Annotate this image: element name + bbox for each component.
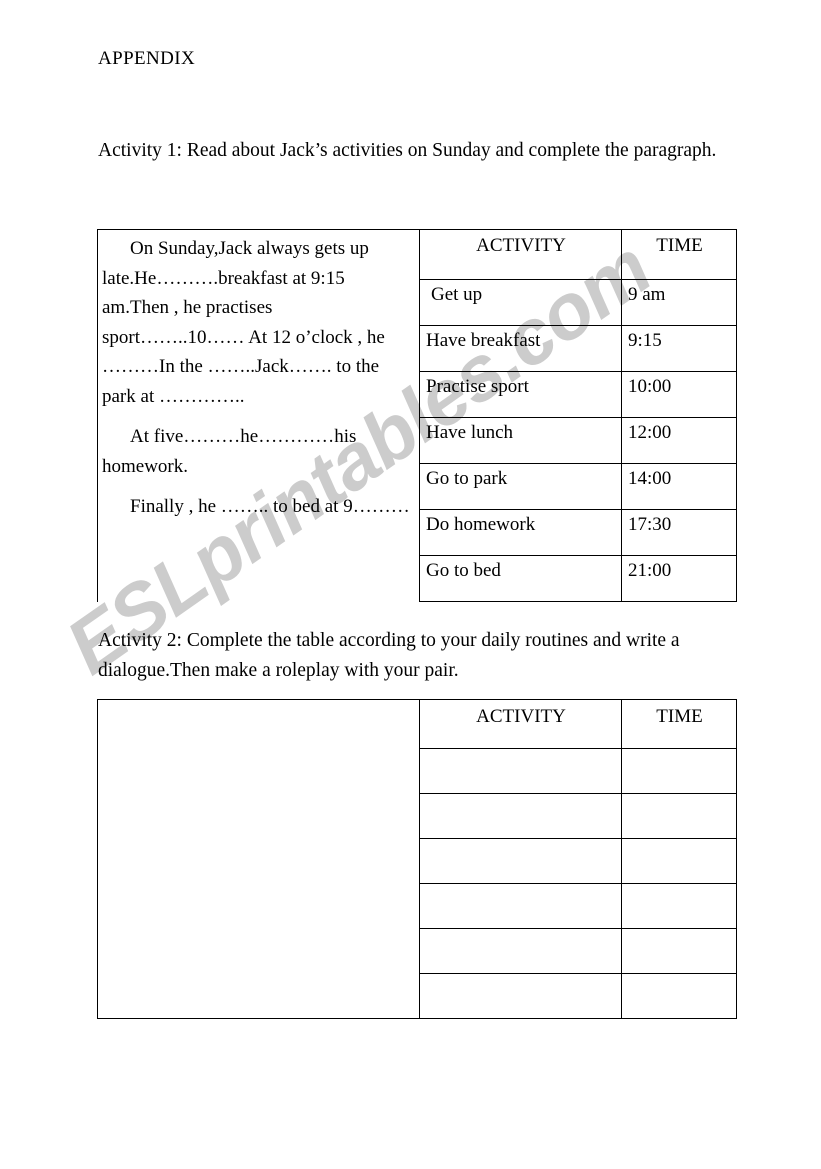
time-cell: 9 am <box>621 279 737 326</box>
activity-cell: Get up <box>419 279 622 326</box>
column-header-time: TIME <box>621 699 737 749</box>
time-cell: 12:00 <box>621 417 737 464</box>
document-content: APPENDIX Activity 1: Read about Jack’s a… <box>0 0 821 1169</box>
time-cell[interactable] <box>621 973 737 1019</box>
activity-one-table: On Sunday,Jack always gets up late.He………… <box>97 229 737 602</box>
column-header-activity: ACTIVITY <box>419 229 622 280</box>
activity-cell: Have breakfast <box>419 325 622 372</box>
time-cell[interactable] <box>621 793 737 839</box>
activity-cell: Do homework <box>419 509 622 556</box>
activity-cell: Practise sport <box>419 371 622 418</box>
activity-cell[interactable] <box>419 748 622 794</box>
time-cell: 9:15 <box>621 325 737 372</box>
paragraph-line: On Sunday,Jack always gets up late.He………… <box>102 238 385 407</box>
paragraph-line: Finally , he …….. to bed at 9……… <box>130 496 410 517</box>
paragraph-line: At five………he…………his homework. <box>102 426 357 477</box>
activity-cell[interactable] <box>419 883 622 929</box>
time-cell: 17:30 <box>621 509 737 556</box>
activity-cell: Have lunch <box>419 417 622 464</box>
activity-cell: Go to bed <box>419 555 622 602</box>
activity-cell[interactable] <box>419 928 622 974</box>
table-row: On Sunday,Jack always gets up late.He………… <box>97 229 737 602</box>
page-title: APPENDIX <box>98 48 196 69</box>
worksheet-page: ESLprintables.com APPENDIX Activity 1: R… <box>0 0 821 1169</box>
time-cell[interactable] <box>621 928 737 974</box>
column-header-time: TIME <box>621 229 737 280</box>
time-cell[interactable] <box>621 838 737 884</box>
time-cell: 14:00 <box>621 463 737 510</box>
activity-two-instruction: Activity 2: Complete the table according… <box>98 630 680 681</box>
activity-cell[interactable] <box>419 838 622 884</box>
time-cell: 10:00 <box>621 371 737 418</box>
activity-cell: Go to park <box>419 463 622 510</box>
activity-cell[interactable] <box>419 973 622 1019</box>
activity-cell[interactable] <box>419 793 622 839</box>
table-row: ACTIVITY TIME <box>97 699 737 1019</box>
column-header-activity: ACTIVITY <box>419 699 622 749</box>
time-cell: 21:00 <box>621 555 737 602</box>
activity-one-paragraph-cell: On Sunday,Jack always gets up late.He………… <box>97 229 420 602</box>
time-cell[interactable] <box>621 883 737 929</box>
time-cell[interactable] <box>621 748 737 794</box>
dialogue-writing-area[interactable] <box>97 699 420 1019</box>
activity-one-instruction: Activity 1: Read about Jack’s activities… <box>98 140 717 161</box>
activity-two-table: ACTIVITY TIME <box>97 699 737 1019</box>
